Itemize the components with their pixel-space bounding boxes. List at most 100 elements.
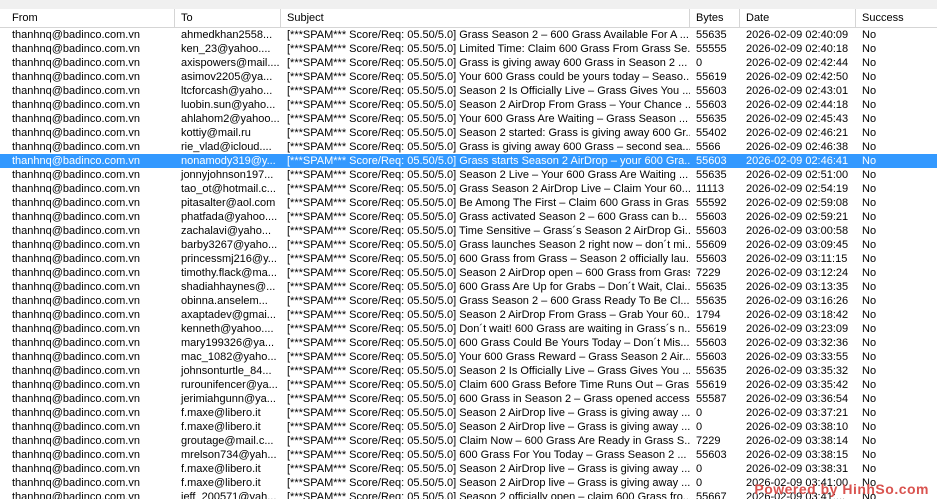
table-row[interactable]: thanhnq@badinco.com.vn shadiahhaynes@... [… bbox=[0, 280, 937, 294]
table-row[interactable]: thanhnq@badinco.com.vn ahlahom2@yahoo... [… bbox=[0, 112, 937, 126]
table-row[interactable]: thanhnq@badinco.com.vn mary199326@ya... [*… bbox=[0, 336, 937, 350]
cell-from: thanhnq@badinco.com.vn bbox=[12, 127, 140, 139]
cell-date: 2026-02-09 02:44:18 bbox=[746, 99, 849, 111]
table-row[interactable]: thanhnq@badinco.com.vn rie_vlad@icloud...… bbox=[0, 140, 937, 154]
cell-bytes: 7229 bbox=[696, 267, 721, 279]
cell-subject: [***SPAM*** Score/Req: 05.50/5.0] 600 Gr… bbox=[287, 393, 690, 405]
cell-to: mrelson734@yah... bbox=[181, 449, 277, 461]
cell-success: No bbox=[862, 197, 877, 209]
column-header-success[interactable]: Success bbox=[856, 9, 937, 27]
table-row[interactable]: thanhnq@badinco.com.vn kottiy@mail.ru [***… bbox=[0, 126, 937, 140]
message-list: thanhnq@badinco.com.vn ahmedkhan2558... [*… bbox=[0, 28, 937, 499]
cell-date: 2026-02-09 02:51:00 bbox=[746, 169, 849, 181]
column-header-date[interactable]: Date bbox=[740, 9, 856, 27]
table-row[interactable]: thanhnq@badinco.com.vn mrelson734@yah... [… bbox=[0, 448, 937, 462]
cell-to: pitasalter@aol.com bbox=[181, 197, 276, 209]
cell-date: 2026-02-09 03:38:31 bbox=[746, 463, 849, 475]
table-row[interactable]: thanhnq@badinco.com.vn kenneth@yahoo.... [… bbox=[0, 322, 937, 336]
cell-to: kenneth@yahoo.... bbox=[181, 323, 274, 335]
cell-bytes: 55603 bbox=[696, 449, 727, 461]
table-row[interactable]: thanhnq@badinco.com.vn asimov2205@ya... [*… bbox=[0, 70, 937, 84]
table-row[interactable]: thanhnq@badinco.com.vn timothy.flack@ma..… bbox=[0, 266, 937, 280]
cell-date: 2026-02-09 02:43:01 bbox=[746, 85, 849, 97]
cell-success: No bbox=[862, 337, 877, 349]
table-row[interactable]: thanhnq@badinco.com.vn pitasalter@aol.com… bbox=[0, 196, 937, 210]
cell-subject: [***SPAM*** Score/Req: 05.50/5.0] Grass … bbox=[287, 29, 689, 41]
cell-from: thanhnq@badinco.com.vn bbox=[12, 309, 140, 321]
column-header-to[interactable]: To bbox=[175, 9, 281, 27]
cell-bytes: 55619 bbox=[696, 379, 727, 391]
cell-subject: [***SPAM*** Score/Req: 05.50/5.0] Grass … bbox=[287, 295, 690, 307]
cell-from: thanhnq@badinco.com.vn bbox=[12, 435, 140, 447]
column-header-from[interactable]: From bbox=[0, 9, 175, 27]
table-row[interactable]: thanhnq@badinco.com.vn f.maxe@libero.it [*… bbox=[0, 462, 937, 476]
table-row[interactable]: thanhnq@badinco.com.vn princessmj216@y...… bbox=[0, 252, 937, 266]
cell-bytes: 55619 bbox=[696, 71, 727, 83]
cell-date: 2026-02-09 03:12:24 bbox=[746, 267, 849, 279]
cell-bytes: 55603 bbox=[696, 155, 727, 167]
cell-subject: [***SPAM*** Score/Req: 05.50/5.0] Claim … bbox=[287, 435, 690, 447]
column-header-bytes[interactable]: Bytes bbox=[690, 9, 740, 27]
table-row[interactable]: thanhnq@badinco.com.vn groutage@mail.c...… bbox=[0, 434, 937, 448]
cell-from: thanhnq@badinco.com.vn bbox=[12, 281, 140, 293]
cell-success: No bbox=[862, 323, 877, 335]
column-header-subject[interactable]: Subject bbox=[281, 9, 690, 27]
cell-subject: [***SPAM*** Score/Req: 05.50/5.0] Time S… bbox=[287, 225, 690, 237]
table-row[interactable]: thanhnq@badinco.com.vn obinna.anselem... [… bbox=[0, 294, 937, 308]
cell-bytes: 55635 bbox=[696, 29, 727, 41]
table-row[interactable]: thanhnq@badinco.com.vn nonamody319@y... [*… bbox=[0, 154, 937, 168]
cell-success: No bbox=[862, 351, 877, 363]
table-row[interactable]: thanhnq@badinco.com.vn f.maxe@libero.it [*… bbox=[0, 406, 937, 420]
cell-from: thanhnq@badinco.com.vn bbox=[12, 225, 140, 237]
cell-date: 2026-02-09 03:35:32 bbox=[746, 365, 849, 377]
cell-to: ken_23@yahoo.... bbox=[181, 43, 271, 55]
cell-to: rie_vlad@icloud.... bbox=[181, 141, 272, 153]
table-row[interactable]: thanhnq@badinco.com.vn tao_ot@hotmail.c..… bbox=[0, 182, 937, 196]
cell-subject: [***SPAM*** Score/Req: 05.50/5.0] Season… bbox=[287, 267, 690, 279]
cell-date: 2026-02-09 03:16:26 bbox=[746, 295, 849, 307]
cell-to: axispowers@mail.... bbox=[181, 57, 280, 69]
table-row[interactable]: thanhnq@badinco.com.vn mac_1082@yaho... [*… bbox=[0, 350, 937, 364]
table-row[interactable]: thanhnq@badinco.com.vn phatfada@yahoo....… bbox=[0, 210, 937, 224]
cell-to: tao_ot@hotmail.c... bbox=[181, 183, 276, 195]
cell-subject: [***SPAM*** Score/Req: 05.50/5.0] Your 6… bbox=[287, 113, 689, 125]
cell-from: thanhnq@badinco.com.vn bbox=[12, 491, 140, 499]
cell-success: No bbox=[862, 43, 877, 55]
table-row[interactable]: thanhnq@badinco.com.vn johnsonturtle_84..… bbox=[0, 364, 937, 378]
cell-success: No bbox=[862, 169, 877, 181]
cell-subject: [***SPAM*** Score/Req: 05.50/5.0] 600 Gr… bbox=[287, 281, 690, 293]
table-row[interactable]: thanhnq@badinco.com.vn ken_23@yahoo.... [*… bbox=[0, 42, 937, 56]
table-row[interactable]: thanhnq@badinco.com.vn ltcforcash@yaho...… bbox=[0, 84, 937, 98]
cell-from: thanhnq@badinco.com.vn bbox=[12, 211, 140, 223]
cell-to: mac_1082@yaho... bbox=[181, 351, 277, 363]
table-row[interactable]: thanhnq@badinco.com.vn f.maxe@libero.it [*… bbox=[0, 420, 937, 434]
table-row[interactable]: thanhnq@badinco.com.vn rurounifencer@ya..… bbox=[0, 378, 937, 392]
cell-bytes: 55603 bbox=[696, 225, 727, 237]
cell-subject: [***SPAM*** Score/Req: 05.50/5.0] Grass … bbox=[287, 141, 690, 153]
table-row[interactable]: thanhnq@badinco.com.vn jonnyjohnson197...… bbox=[0, 168, 937, 182]
cell-to: mary199326@ya... bbox=[181, 337, 275, 349]
cell-subject: [***SPAM*** Score/Req: 05.50/5.0] Season… bbox=[287, 463, 690, 475]
cell-subject: [***SPAM*** Score/Req: 05.50/5.0] Season… bbox=[287, 309, 690, 321]
cell-to: jonnyjohnson197... bbox=[181, 169, 274, 181]
table-row[interactable]: thanhnq@badinco.com.vn ahmedkhan2558... [*… bbox=[0, 28, 937, 42]
cell-success: No bbox=[862, 141, 877, 153]
table-row[interactable]: thanhnq@badinco.com.vn axaptadev@gmai... [… bbox=[0, 308, 937, 322]
cell-success: No bbox=[862, 57, 877, 69]
cell-success: No bbox=[862, 393, 877, 405]
cell-date: 2026-02-09 02:40:18 bbox=[746, 43, 849, 55]
table-row[interactable]: thanhnq@badinco.com.vn axispowers@mail...… bbox=[0, 56, 937, 70]
table-row[interactable]: thanhnq@badinco.com.vn jerimiahgunn@ya...… bbox=[0, 392, 937, 406]
cell-to: jeff_200571@yah... bbox=[181, 491, 277, 499]
cell-date: 2026-02-09 02:40:09 bbox=[746, 29, 849, 41]
table-row[interactable]: thanhnq@badinco.com.vn barby3267@yaho... [… bbox=[0, 238, 937, 252]
cell-date: 2026-02-09 03:38:10 bbox=[746, 421, 849, 433]
cell-date: 2026-02-09 02:46:38 bbox=[746, 141, 849, 153]
table-row[interactable]: thanhnq@badinco.com.vn luobin.sun@yaho...… bbox=[0, 98, 937, 112]
cell-from: thanhnq@badinco.com.vn bbox=[12, 141, 140, 153]
cell-to: axaptadev@gmai... bbox=[181, 309, 276, 321]
cell-date: 2026-02-09 03:38:15 bbox=[746, 449, 849, 461]
cell-date: 2026-02-09 02:59:08 bbox=[746, 197, 849, 209]
cell-from: thanhnq@badinco.com.vn bbox=[12, 43, 140, 55]
table-row[interactable]: thanhnq@badinco.com.vn zachalavi@yaho... [… bbox=[0, 224, 937, 238]
